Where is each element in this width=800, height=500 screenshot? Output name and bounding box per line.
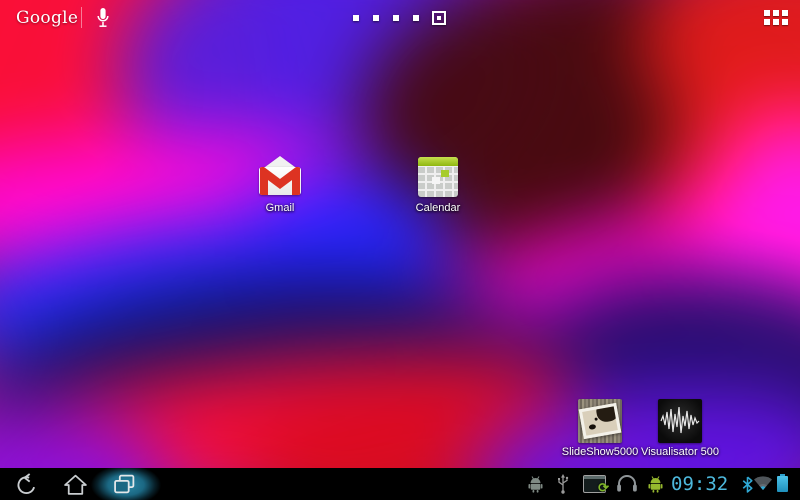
app-label: Gmail xyxy=(265,202,295,214)
visualisator-icon xyxy=(658,399,702,443)
calendar-icon xyxy=(416,155,460,199)
android-robot-green-icon[interactable] xyxy=(647,475,664,498)
slideshow-icon xyxy=(578,399,622,443)
battery-icon[interactable] xyxy=(777,474,788,492)
google-search-widget[interactable]: Google xyxy=(16,8,78,28)
page-dot-4[interactable] xyxy=(413,15,419,21)
app-shortcut-gmail[interactable]: Gmail xyxy=(235,155,325,214)
recent-apps-button[interactable] xyxy=(113,474,136,500)
headphones-icon[interactable] xyxy=(616,475,638,497)
wifi-icon[interactable] xyxy=(753,476,773,496)
app-label: Visualisator 500 xyxy=(640,446,720,458)
all-apps-grid-icon[interactable] xyxy=(764,10,790,26)
app-shortcut-slideshow5000[interactable]: SlideShow5000 xyxy=(555,399,645,458)
page-dot-2[interactable] xyxy=(373,15,379,21)
app-shortcut-visualisator[interactable]: Visualisator 500 xyxy=(635,399,725,458)
refresh-arrows-icon: ⟳ xyxy=(598,480,609,495)
bluetooth-icon[interactable] xyxy=(742,476,753,498)
app-update-icon[interactable]: ⟳ xyxy=(583,475,609,495)
page-dot-3[interactable] xyxy=(393,15,399,21)
page-dot-5-active[interactable] xyxy=(432,11,446,25)
app-label: Calendar xyxy=(415,202,461,214)
usb-icon[interactable] xyxy=(556,474,570,499)
microphone-icon[interactable] xyxy=(95,6,111,35)
home-button[interactable] xyxy=(63,473,88,500)
app-shortcut-calendar[interactable]: Calendar xyxy=(393,155,483,214)
system-bar: ⟳ 09:32 xyxy=(0,468,800,500)
android-robot-grey-icon[interactable] xyxy=(527,475,544,498)
app-label: SlideShow5000 xyxy=(561,446,639,458)
back-button[interactable] xyxy=(14,473,37,500)
gmail-icon xyxy=(258,155,302,199)
page-dot-1[interactable] xyxy=(353,15,359,21)
widget-divider xyxy=(81,7,82,28)
tablet-home-screen: Google Gmail Calendar SlideShow5000 Visu… xyxy=(0,0,800,500)
status-clock[interactable]: 09:32 xyxy=(671,473,741,495)
